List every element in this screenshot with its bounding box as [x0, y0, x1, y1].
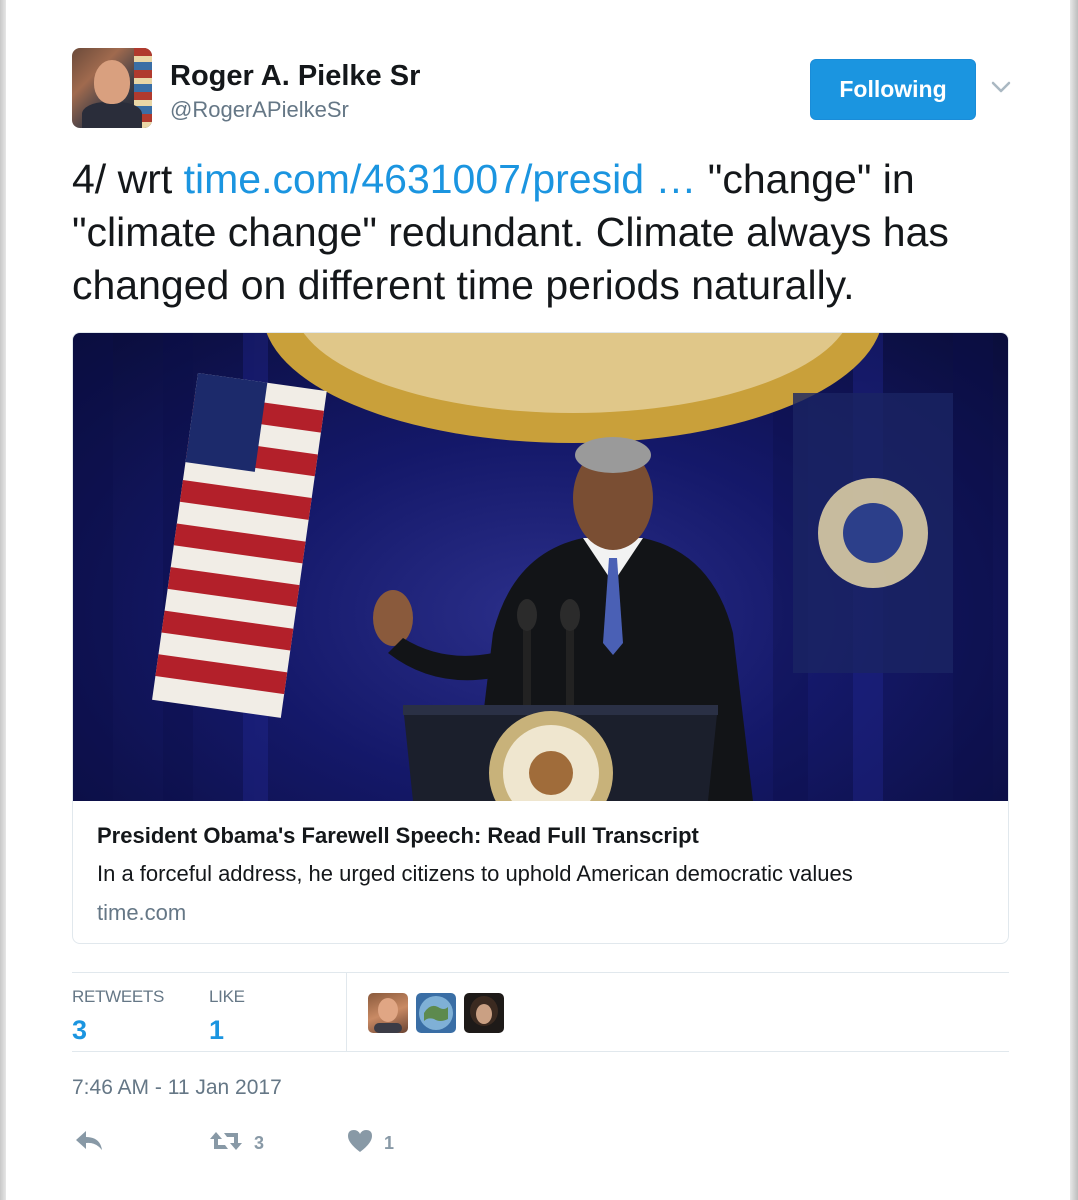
likes-stat[interactable]: LIKE 1 [209, 987, 245, 1046]
card-description: In a forceful address, he urged citizens… [97, 861, 853, 886]
avatar-face [94, 60, 130, 104]
author-avatar[interactable] [72, 48, 152, 128]
window-frame-left [0, 0, 6, 1200]
stats-divider [346, 973, 347, 1051]
link-preview-card[interactable]: President Obama's Farewell Speech: Read … [72, 332, 1009, 944]
retweet-button[interactable]: 3 [208, 1128, 264, 1158]
avatar-shirt [82, 102, 142, 128]
tweet-text-prefix: 4/ wrt [72, 156, 184, 202]
tweet-link[interactable]: time.com/4631007/presid … [184, 156, 697, 202]
window-frame-right [1070, 0, 1078, 1200]
likes-count: 1 [209, 1015, 225, 1045]
likes-label: LIKE [209, 987, 245, 1006]
reply-button[interactable] [74, 1128, 104, 1158]
card-image[interactable] [73, 333, 1008, 801]
retweets-label: RETWEETS [72, 987, 165, 1006]
liker-avatar[interactable] [416, 993, 456, 1033]
card-domain: time.com [97, 900, 187, 925]
tweet-stats: RETWEETS 3 LIKE 1 [72, 972, 1009, 1052]
tweet-timestamp[interactable]: 7:46 AM - 11 Jan 2017 [72, 1076, 282, 1100]
liker-avatar[interactable] [368, 993, 408, 1033]
card-title[interactable]: President Obama's Farewell Speech: Read … [97, 823, 699, 849]
following-button[interactable]: Following [810, 59, 976, 120]
reply-icon [74, 1128, 104, 1159]
chevron-down-icon[interactable] [990, 78, 1012, 96]
retweet-icon [208, 1128, 244, 1159]
retweets-stat[interactable]: RETWEETS 3 [72, 987, 164, 1046]
tweet-text: 4/ wrt time.com/4631007/presid … "change… [72, 153, 1012, 312]
author-display-name[interactable]: Roger A. Pielke Sr [170, 60, 420, 93]
liker-avatar[interactable] [464, 993, 504, 1033]
like-action-count: 1 [384, 1132, 395, 1153]
retweets-count: 3 [72, 1015, 88, 1045]
heart-icon [346, 1128, 374, 1159]
like-button[interactable]: 1 [346, 1128, 394, 1158]
retweet-action-count: 3 [254, 1132, 265, 1153]
author-handle[interactable]: @RogerAPielkeSr [170, 97, 349, 123]
